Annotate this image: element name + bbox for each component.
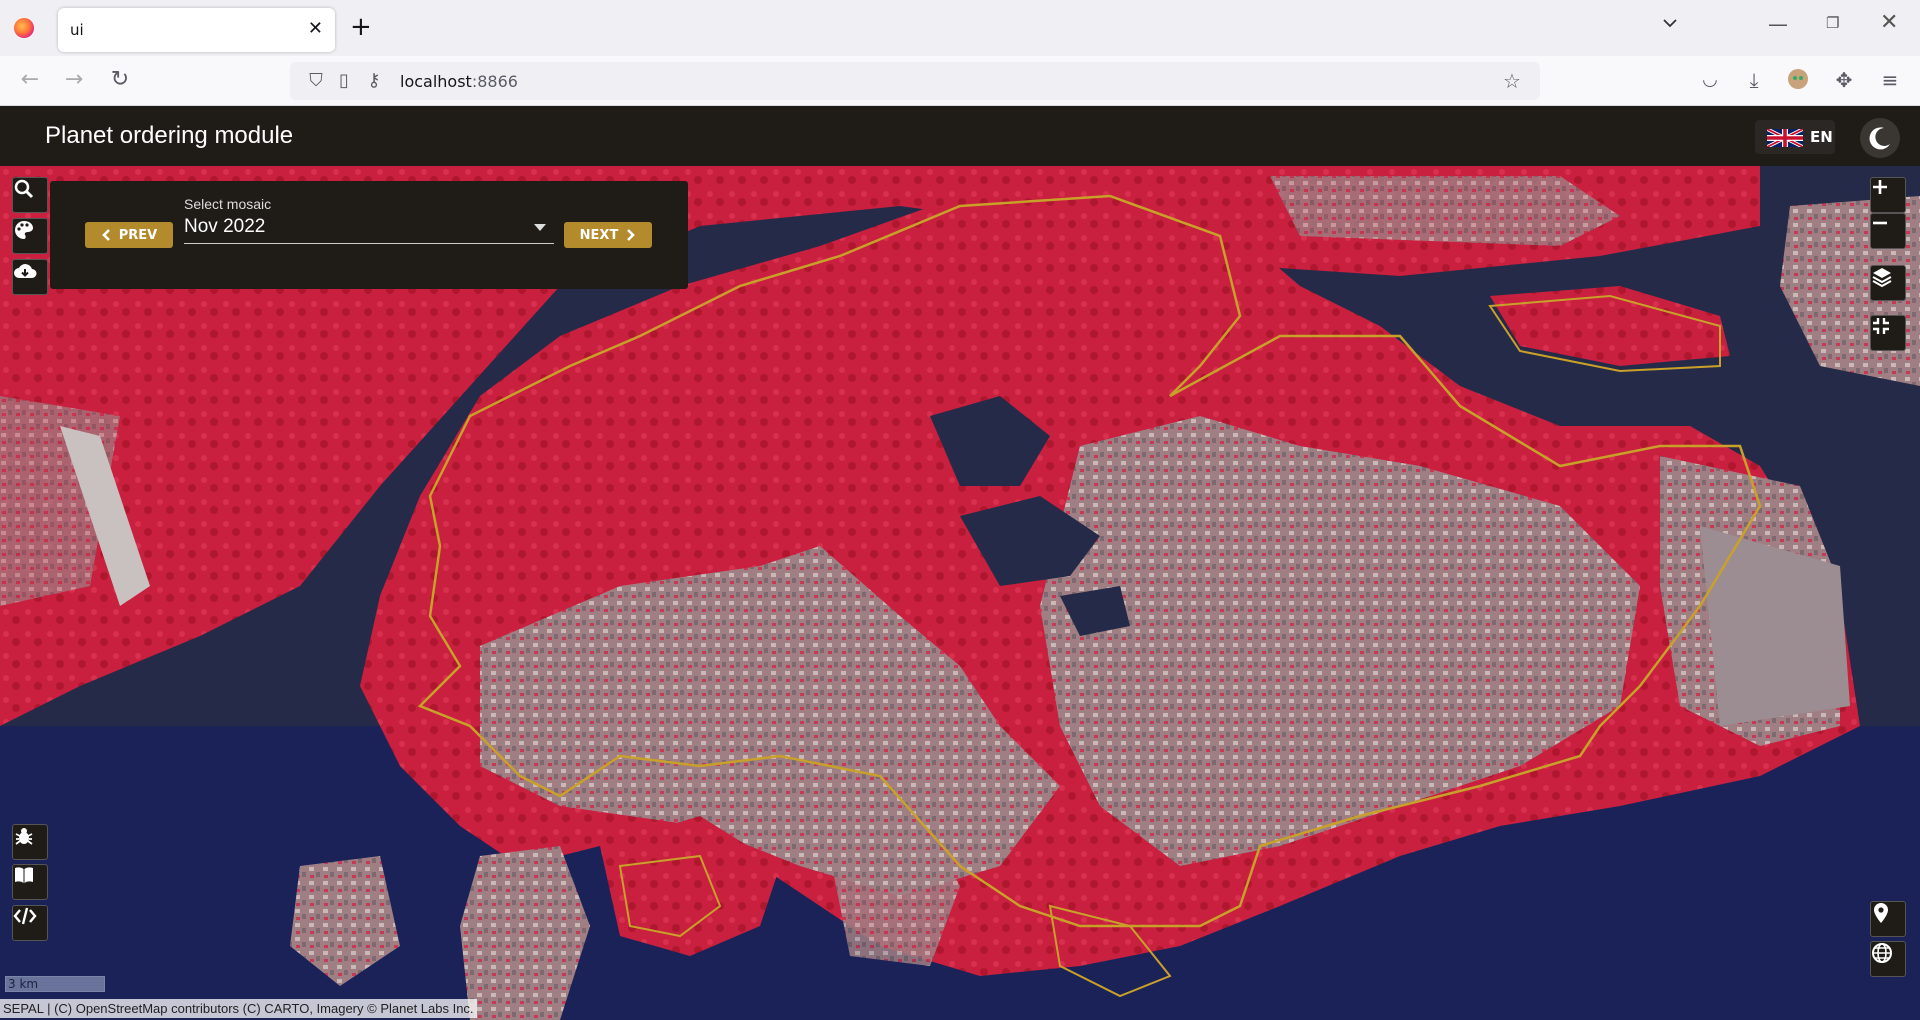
shield-icon[interactable]: ⛉: [304, 69, 328, 93]
search-button[interactable]: [12, 177, 48, 213]
url-port: :8866: [471, 72, 518, 91]
reload-icon[interactable]: ↻: [108, 68, 132, 92]
palette-button[interactable]: [12, 218, 48, 254]
book-icon: [15, 867, 33, 883]
bookmark-star-icon[interactable]: ☆: [1500, 69, 1524, 93]
profile-avatar-icon[interactable]: [1786, 68, 1810, 92]
browser-tab-bar: ui ✕ + — ❐ ✕: [0, 0, 1920, 56]
globe-icon: [1872, 943, 1892, 963]
mosaic-select-label: Select mosaic: [184, 196, 272, 212]
browser-tab[interactable]: ui ✕: [58, 8, 335, 52]
mosaic-selection-panel: PREV Select mosaic Nov 2022 NEXT: [50, 181, 688, 289]
layers-button[interactable]: [1870, 265, 1906, 301]
satellite-imagery: [0, 166, 1920, 1020]
basemap-button[interactable]: [1870, 941, 1906, 977]
theme-toggle-button[interactable]: [1860, 118, 1900, 158]
browser-nav-bar: ← → ↻ ⛉ ▯ ⚷ localhost:8866 ☆ ◡ ⤓ ✥ ≡: [0, 56, 1920, 106]
map-attribution: SEPAL | (C) OpenStreetMap contributors (…: [0, 999, 477, 1018]
map-scale-bar: 3 km: [5, 976, 105, 992]
next-label: NEXT: [579, 227, 619, 243]
app-header: Planet ordering module EN: [0, 106, 1920, 166]
language-button[interactable]: EN: [1755, 120, 1835, 154]
documentation-button[interactable]: [12, 864, 48, 900]
bug-report-button[interactable]: [12, 824, 48, 860]
moon-icon: [1869, 127, 1890, 150]
window-minimize-icon[interactable]: —: [1768, 12, 1788, 36]
tab-list-chevron-icon[interactable]: [1662, 14, 1678, 33]
url-host: localhost: [400, 72, 472, 91]
cloud-download-icon: [14, 264, 37, 278]
download-tool-button[interactable]: [12, 259, 48, 295]
locate-button[interactable]: [1870, 901, 1906, 937]
window-restore-icon[interactable]: ❐: [1826, 14, 1839, 32]
key-icon[interactable]: ⚷: [362, 69, 386, 93]
zoom-out-icon: [1873, 221, 1887, 225]
layers-icon: [1872, 268, 1892, 288]
window-close-icon[interactable]: ✕: [1880, 10, 1898, 35]
palette-icon: [15, 221, 33, 239]
caret-down-icon: [534, 224, 546, 231]
app-title: Planet ordering module: [45, 122, 294, 149]
next-mosaic-button[interactable]: NEXT: [564, 222, 652, 248]
zoom-out-button[interactable]: [1870, 213, 1906, 249]
tab-close-icon[interactable]: ✕: [308, 18, 323, 39]
zoom-in-icon: [1873, 180, 1887, 194]
prev-mosaic-button[interactable]: PREV: [85, 222, 173, 248]
fullscreen-exit-button[interactable]: [1870, 315, 1906, 351]
mosaic-selected-value: Nov 2022: [184, 216, 266, 237]
pocket-icon[interactable]: ◡: [1698, 68, 1722, 92]
bug-icon: [15, 828, 33, 845]
page-icon[interactable]: ▯: [332, 69, 356, 93]
chevron-left-icon: [101, 229, 110, 241]
fullscreen-exit-icon: [1873, 318, 1889, 334]
new-tab-icon[interactable]: +: [350, 12, 372, 42]
zoom-in-button[interactable]: [1870, 177, 1906, 213]
language-label: EN: [1810, 128, 1833, 146]
firefox-logo-icon: [14, 18, 34, 38]
map-canvas[interactable]: [0, 166, 1920, 1020]
menu-hamburger-icon[interactable]: ≡: [1878, 68, 1902, 92]
search-icon: [14, 179, 34, 199]
map-marker-icon: [1874, 903, 1888, 923]
uk-flag-icon: [1767, 129, 1803, 147]
url-text[interactable]: localhost:8866: [400, 72, 518, 91]
download-icon[interactable]: ⤓: [1742, 68, 1766, 92]
mosaic-select-dropdown[interactable]: Nov 2022: [184, 214, 554, 244]
url-bar[interactable]: ⛉ ▯ ⚷ localhost:8866 ☆: [290, 62, 1540, 100]
code-icon: [13, 907, 37, 925]
extensions-icon[interactable]: ✥: [1832, 68, 1856, 92]
tab-title: ui: [70, 21, 84, 39]
back-arrow-icon[interactable]: ←: [18, 68, 42, 92]
source-code-button[interactable]: [12, 905, 48, 941]
forward-arrow-icon[interactable]: →: [62, 68, 86, 92]
prev-label: PREV: [118, 227, 158, 243]
chevron-right-icon: [627, 229, 636, 241]
